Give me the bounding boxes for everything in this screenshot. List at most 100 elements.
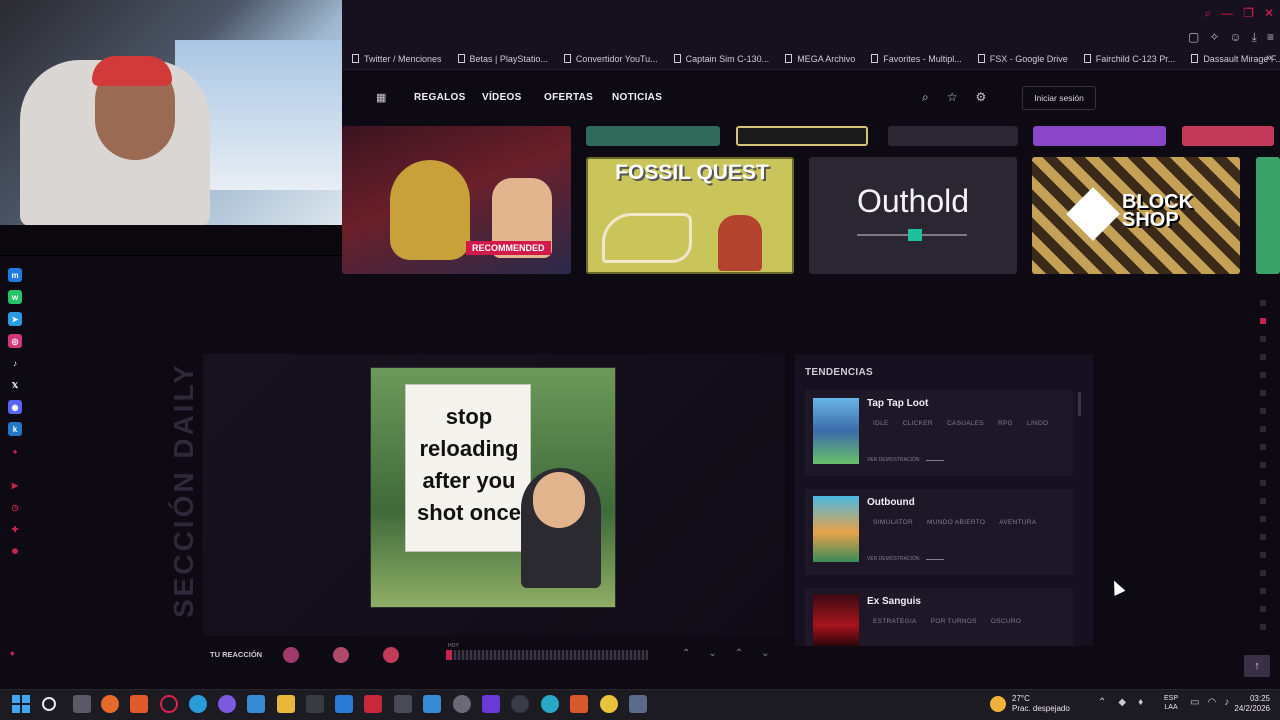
login-button[interactable]: Iniciar sesión (1022, 86, 1096, 110)
app-icon[interactable] (453, 695, 471, 713)
carousel-tile-top[interactable] (586, 126, 720, 146)
brave-icon[interactable] (130, 695, 148, 713)
reaction-laugh-icon[interactable] (283, 647, 299, 663)
app-icon[interactable] (423, 695, 441, 713)
chevron-up-icon[interactable]: ⌃ (1098, 697, 1106, 708)
bookmark-item[interactable]: Fairchild C-123 Pr... (1076, 54, 1184, 64)
trend-item[interactable]: Ex Sanguis ESTRATEGIA POR TURNOS OSCURO (805, 588, 1073, 646)
tag[interactable]: CLICKER (903, 420, 933, 427)
bookmark-item[interactable]: Twitter / Menciones (344, 54, 450, 64)
section-dot[interactable] (1260, 606, 1266, 612)
section-dot[interactable] (1260, 426, 1266, 432)
monitor-icon[interactable]: ▭ (1190, 697, 1199, 708)
extensions-icon[interactable]: ✧ (1209, 30, 1219, 45)
demo-link[interactable]: VER DEMOSTRACIÓN (867, 457, 944, 463)
search-icon[interactable]: ⌕ (922, 90, 929, 105)
maximize-icon[interactable]: ❐ (1243, 6, 1254, 21)
section-dot[interactable] (1260, 444, 1266, 450)
app-icon[interactable] (364, 695, 382, 713)
app-icon[interactable] (482, 695, 500, 713)
mic-icon[interactable]: ♦ (1138, 697, 1143, 708)
taskbar-clock[interactable]: 03:25 24/2/2026 (1226, 694, 1270, 714)
tag[interactable]: POR TURNOS (931, 618, 977, 625)
address-bar[interactable] (342, 28, 1280, 48)
section-dot[interactable] (1260, 354, 1266, 360)
telegram-icon[interactable]: ➤ (8, 312, 22, 326)
game-tile-fossil-quest[interactable]: FOSSIL QUEST (586, 157, 794, 274)
trends-scrollbar[interactable] (1078, 392, 1081, 416)
messenger-icon[interactable]: m (8, 268, 22, 282)
folder-icon[interactable] (277, 695, 295, 713)
more-icon[interactable]: ◆ (10, 650, 15, 657)
nav-link-videos[interactable]: VÍDEOS (482, 92, 522, 103)
weather-widget[interactable]: 27°C Prac. despejado (990, 694, 1070, 714)
task-view-icon[interactable] (73, 695, 91, 713)
tag[interactable]: ESTRATEGIA (873, 618, 917, 625)
sidebar-icon[interactable]: ▢ (1188, 30, 1199, 45)
section-dot[interactable] (1260, 408, 1266, 414)
grid-icon[interactable]: ▦ (376, 91, 386, 104)
nav-link-noticias[interactable]: NOTICIAS (612, 92, 662, 103)
section-dot[interactable] (1260, 462, 1266, 468)
edge-icon[interactable] (189, 695, 207, 713)
section-dot[interactable] (1260, 480, 1266, 486)
tag[interactable]: AVENTURA (999, 519, 1036, 526)
section-dot[interactable] (1260, 624, 1266, 630)
chevron-up-icon[interactable]: ⌃ (735, 648, 743, 659)
section-dot[interactable] (1260, 552, 1266, 558)
gear-icon[interactable]: ⚙ (976, 90, 987, 105)
tag[interactable]: SIMULATOR (873, 519, 913, 526)
vk-icon[interactable]: k (8, 422, 22, 436)
discord-icon[interactable]: ◉ (8, 400, 22, 414)
carousel-tile-top[interactable] (888, 126, 1018, 146)
search-icon[interactable] (42, 697, 56, 711)
settings-icon[interactable]: ✺ (8, 544, 22, 558)
clock-icon[interactable]: ◷ (8, 500, 22, 514)
demo-link[interactable]: VER DEMOSTRACIÓN (867, 556, 944, 562)
close-icon[interactable]: ✕ (1264, 6, 1274, 21)
game-tile-block-shop[interactable]: BLOCK SHOP (1032, 157, 1240, 274)
carousel-tile-top[interactable] (1182, 126, 1274, 146)
play-icon[interactable]: ▶ (8, 478, 22, 492)
trend-item[interactable]: Tap Tap Loot IDLE CLICKER CASUALES RPG L… (805, 390, 1073, 476)
scroll-to-top-button[interactable]: ↑ (1244, 655, 1270, 677)
store-icon[interactable] (306, 695, 324, 713)
youtube-icon[interactable]: ● (8, 444, 22, 458)
photos-icon[interactable] (247, 695, 265, 713)
tag[interactable]: LINDO (1027, 420, 1048, 427)
reaction-fire-icon[interactable] (383, 647, 399, 663)
app-icon[interactable] (600, 695, 618, 713)
nav-link-regalos[interactable]: REGALOS (414, 92, 466, 103)
app-icon[interactable] (511, 695, 529, 713)
daily-meme-image[interactable]: stop reloading after you shot once (370, 367, 616, 608)
whatsapp-icon[interactable]: w (8, 290, 22, 304)
bookmark-item[interactable]: Favorites - Multipl... (863, 54, 970, 64)
carousel-tile-top[interactable] (736, 126, 868, 146)
app-icon[interactable] (394, 695, 412, 713)
search-icon[interactable]: ⌕ (1204, 6, 1211, 21)
section-dot[interactable] (1260, 336, 1266, 342)
download-icon[interactable]: ⤓ (1252, 30, 1257, 45)
section-dot[interactable] (1260, 372, 1266, 378)
section-dot-active[interactable] (1260, 318, 1266, 324)
section-dot[interactable] (1260, 588, 1266, 594)
bookmarks-overflow-icon[interactable]: » (1266, 52, 1272, 64)
tag[interactable]: CASUALES (947, 420, 984, 427)
windows-start-icon[interactable] (12, 695, 30, 713)
instagram-icon[interactable]: ◎ (8, 334, 22, 348)
daily-timeline[interactable] (446, 650, 648, 660)
app-icon[interactable] (570, 695, 588, 713)
bookmark-item[interactable]: Betas | PlayStatio... (450, 54, 556, 64)
tag[interactable]: MUNDO ABIERTO (927, 519, 985, 526)
section-dot[interactable] (1260, 534, 1266, 540)
chevron-down-icon[interactable]: ⌄ (761, 648, 769, 659)
trend-item[interactable]: Outbound SIMULATOR MUNDO ABIERTO AVENTUR… (805, 489, 1073, 575)
copilot-icon[interactable] (218, 695, 236, 713)
section-dot[interactable] (1260, 498, 1266, 504)
double-chevron-up-icon[interactable]: ⌃ (682, 648, 690, 659)
app-tray-icon[interactable]: ◆ (1118, 697, 1126, 708)
tag[interactable]: OSCURO (991, 618, 1021, 625)
section-dot[interactable] (1260, 516, 1266, 522)
game-tile-outhold[interactable]: Outhold (809, 157, 1017, 274)
section-dot[interactable] (1260, 300, 1266, 306)
